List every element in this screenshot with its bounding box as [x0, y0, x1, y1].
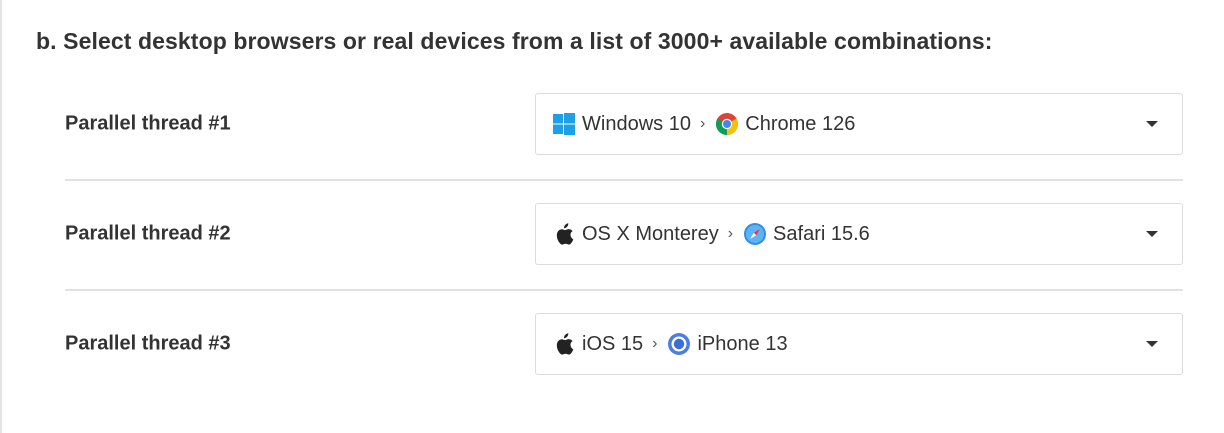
selected-combination: OS X Monterey › Safari 15.6 [552, 204, 870, 264]
apple-icon [552, 222, 576, 246]
windows-icon [552, 112, 576, 136]
thread-label: Parallel thread #3 [65, 332, 231, 355]
divider [65, 289, 1183, 291]
device-icon [667, 332, 691, 356]
parallel-thread-row-1: Parallel thread #1 Windows 10 › Chrome 1… [65, 93, 1183, 155]
thread-1-browser-select[interactable]: Windows 10 › Chrome 126 [535, 93, 1183, 155]
selected-combination: iOS 15 › iPhone 13 [552, 314, 788, 374]
browser-selection-panel: b. Select desktop browsers or real devic… [0, 0, 1224, 433]
thread-label: Parallel thread #2 [65, 222, 231, 245]
parallel-thread-row-3: Parallel thread #3 iOS 15 › iPhone 13 [65, 313, 1183, 375]
chevron-right-icon: › [727, 225, 734, 242]
thread-3-device-select[interactable]: iOS 15 › iPhone 13 [535, 313, 1183, 375]
os-name: OS X Monterey [582, 222, 719, 245]
caret-down-icon [1146, 341, 1158, 347]
thread-2-browser-select[interactable]: OS X Monterey › Safari 15.6 [535, 203, 1183, 265]
chrome-icon [715, 112, 739, 136]
caret-down-icon [1146, 121, 1158, 127]
browser-name: Safari 15.6 [773, 222, 870, 245]
chevron-right-icon: › [652, 335, 658, 352]
os-name: Windows 10 [582, 112, 691, 135]
apple-icon [552, 332, 576, 356]
divider [65, 179, 1183, 181]
browser-name: Chrome 126 [745, 112, 856, 135]
section-heading: b. Select desktop browsers or real devic… [36, 28, 993, 54]
browser-name: iPhone 13 [697, 332, 788, 355]
thread-label: Parallel thread #1 [65, 112, 231, 135]
safari-icon [743, 222, 767, 246]
chevron-right-icon: › [699, 115, 706, 132]
os-name: iOS 15 [582, 332, 644, 355]
parallel-thread-row-2: Parallel thread #2 OS X Monterey › Safar… [65, 203, 1183, 265]
selected-combination: Windows 10 › Chrome 126 [552, 94, 855, 154]
caret-down-icon [1146, 231, 1158, 237]
